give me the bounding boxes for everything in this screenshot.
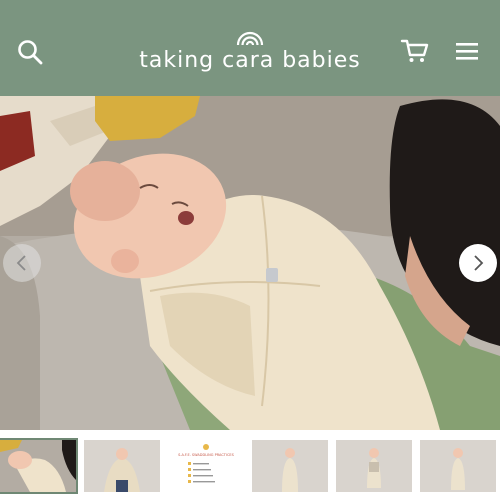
rainbow-logo-icon: [236, 31, 264, 46]
thumbnail-image: [420, 440, 496, 492]
cart-button[interactable]: [400, 38, 430, 64]
chevron-left-icon: [16, 255, 26, 271]
thumbnail-2[interactable]: [84, 440, 160, 492]
menu-icon: [456, 43, 478, 60]
thumbnail-image: [0, 440, 76, 492]
thumbnail-image: [336, 440, 412, 492]
menu-button[interactable]: [455, 40, 479, 62]
thumbnail-strip: S.A.F.E. SWADDLING PRACTICES: [0, 436, 500, 500]
chevron-right-icon: [474, 255, 484, 271]
thumbnail-3[interactable]: S.A.F.E. SWADDLING PRACTICES: [168, 440, 244, 492]
thumbnail-5[interactable]: [336, 440, 412, 492]
thumbnail-image: [84, 440, 160, 492]
thumbnail-image: S.A.F.E. SWADDLING PRACTICES: [168, 440, 244, 492]
swaddled-baby-photo: [0, 96, 500, 430]
thumbnail-title: S.A.F.E. SWADDLING PRACTICES: [178, 453, 234, 457]
search-button[interactable]: [16, 38, 44, 66]
thumbnail-image: [252, 440, 328, 492]
brand-name: taking cara babies: [139, 48, 361, 73]
search-icon: [18, 40, 43, 65]
brand-logo[interactable]: taking cara babies: [130, 26, 370, 80]
site-header: taking cara babies: [0, 0, 500, 96]
thumbnail-6[interactable]: [420, 440, 496, 492]
carousel-prev-button[interactable]: [3, 244, 41, 282]
thumbnail-1[interactable]: [0, 438, 78, 494]
thumbnail-4[interactable]: [252, 440, 328, 492]
hero-image: [0, 96, 500, 430]
carousel-next-button[interactable]: [459, 244, 497, 282]
cart-icon: [400, 39, 429, 62]
